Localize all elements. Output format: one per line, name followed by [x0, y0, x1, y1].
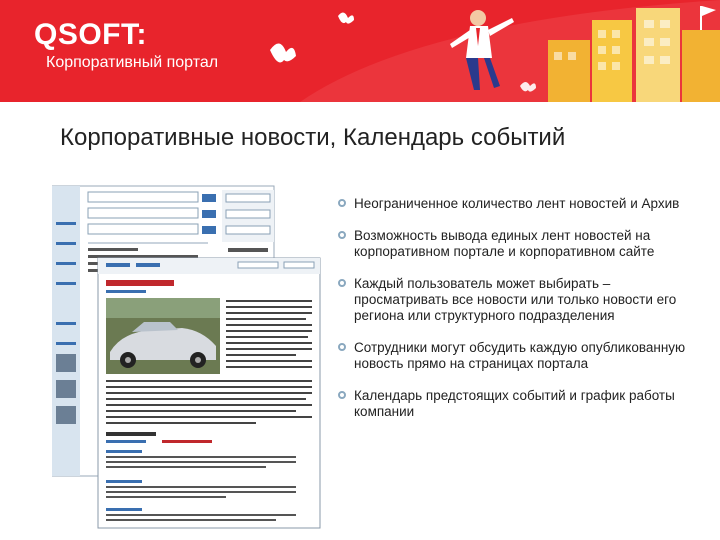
list-item: Каждый пользователь может выбирать – про…: [338, 276, 688, 324]
bullet-text: Каждый пользователь может выбирать – про…: [354, 276, 677, 323]
bullet-text: Возможность вывода единых лент новостей …: [354, 228, 655, 259]
list-item: Сотрудники могут обсудить каждую опублик…: [338, 340, 688, 372]
bullet-icon: [338, 231, 346, 239]
list-item: Календарь предстоящих событий и график р…: [338, 388, 688, 420]
portal-screenshot-image: [51, 185, 321, 529]
slide-title: Корпоративные новости, Календарь событий: [60, 124, 566, 151]
bullet-icon: [338, 391, 346, 399]
feature-list: Неограниченное количество лент новостей …: [338, 196, 688, 436]
portal-subtitle: Корпоративный портал: [46, 54, 219, 71]
list-item: Возможность вывода единых лент новостей …: [338, 228, 688, 260]
bullet-icon: [338, 279, 346, 287]
bullet-icon: [338, 199, 346, 207]
bullet-icon: [338, 343, 346, 351]
bullet-text: Календарь предстоящих событий и график р…: [354, 388, 675, 419]
news-page-screenshot: [51, 182, 324, 530]
logo: QSOFT:: [34, 18, 147, 51]
header-banner: QSOFT: Корпоративный портал: [0, 0, 720, 102]
list-item: Неограниченное количество лент новостей …: [338, 196, 688, 212]
bullet-text: Неограниченное количество лент новостей …: [354, 196, 680, 211]
bullet-text: Сотрудники могут обсудить каждую опублик…: [354, 340, 686, 371]
